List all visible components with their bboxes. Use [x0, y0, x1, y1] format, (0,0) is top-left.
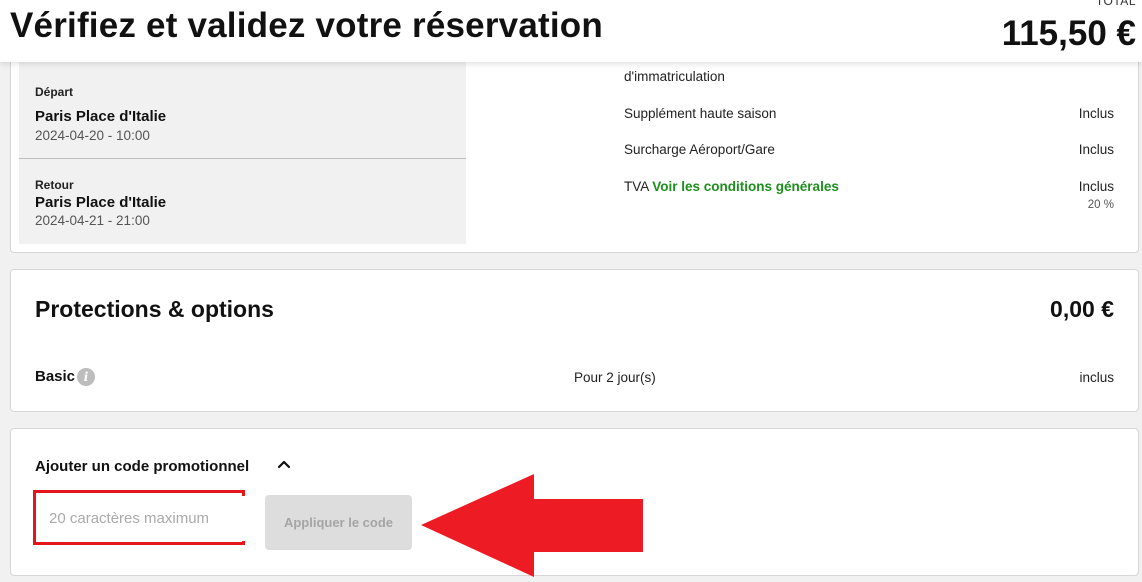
total-label: TOTAL	[1095, 0, 1136, 8]
annotation-arrow	[421, 474, 643, 577]
total-amount: 115,50 €	[1001, 14, 1136, 53]
departure-place: Paris Place d'Italie	[35, 108, 167, 125]
fee-airport-label: Surcharge Aéroport/Gare	[624, 142, 775, 157]
page-title: Vérifiez et validez votre réservation	[10, 6, 603, 45]
departure-datetime: 2024-04-20 - 10:00	[35, 128, 150, 143]
basic-protection-label: Basic	[35, 368, 76, 385]
protections-amount: 0,00 €	[1050, 296, 1114, 322]
vat-label: TVA	[624, 179, 649, 194]
basic-duration: Pour 2 jour(s)	[574, 370, 656, 385]
protections-card: Protections & options 0,00 € Basic i Pou…	[10, 269, 1139, 412]
vat-value: Inclus	[1078, 179, 1114, 194]
protections-title: Protections & options	[35, 296, 274, 322]
vat-rate: 20 %	[1087, 199, 1114, 211]
departure-label: Départ	[35, 85, 74, 99]
booking-summary-card: Départ Paris Place d'Italie 2024-04-20 -…	[10, 30, 1139, 253]
fee-high-season-value: Inclus	[1078, 106, 1114, 121]
fee-high-season-label: Supplément haute saison	[624, 106, 777, 121]
trip-details: Départ Paris Place d'Italie 2024-04-20 -…	[19, 61, 466, 244]
basic-status: inclus	[1079, 370, 1114, 385]
page-header: Vérifiez et validez votre réservation TO…	[0, 0, 1142, 62]
promo-toggle[interactable]: Ajouter un code promotionnel	[35, 458, 249, 475]
promo-code-input[interactable]	[39, 496, 251, 541]
info-icon[interactable]: i	[77, 368, 95, 386]
registration-fee-label: d'immatriculation	[624, 69, 725, 84]
promo-input-highlight	[33, 490, 251, 545]
terms-link[interactable]: Voir les conditions générales	[652, 179, 839, 194]
apply-code-button[interactable]: Appliquer le code	[265, 495, 412, 550]
return-place: Paris Place d'Italie	[35, 194, 167, 211]
fee-airport-value: Inclus	[1078, 142, 1114, 157]
chevron-up-icon[interactable]	[277, 457, 291, 471]
return-datetime: 2024-04-21 - 21:00	[35, 213, 150, 228]
return-label: Retour	[35, 178, 74, 192]
vat-row: TVA Voir les conditions générales	[624, 179, 839, 194]
trip-divider	[19, 158, 466, 159]
